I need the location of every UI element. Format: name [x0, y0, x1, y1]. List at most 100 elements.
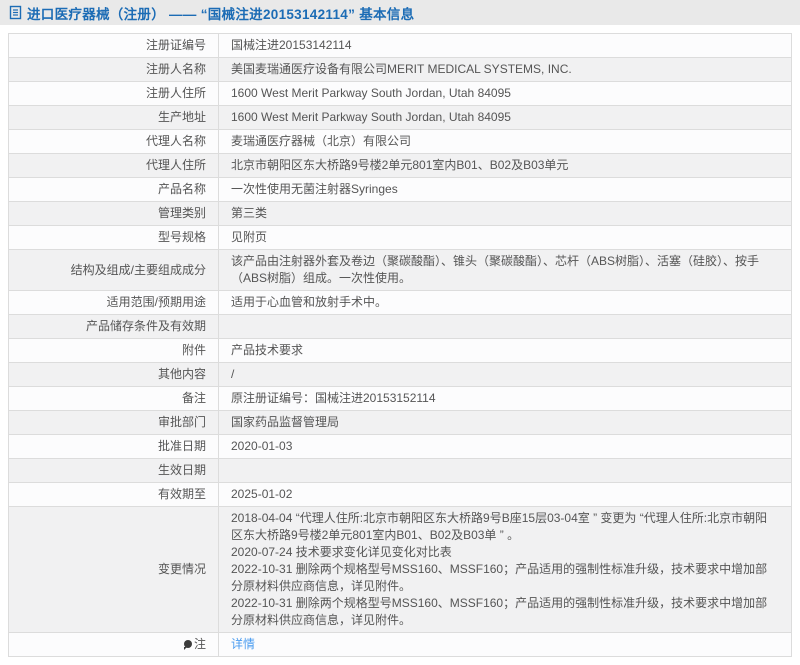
row-label-text: 结构及组成/主要组成成分 [71, 263, 206, 277]
row-label-text: 其他内容 [158, 367, 206, 381]
table-row: 注册人名称 美国麦瑞通医疗设备有限公司MERIT MEDICAL SYSTEMS,… [9, 58, 792, 82]
row-value: / [219, 363, 792, 387]
row-label-text: 注册人名称 [146, 62, 206, 76]
row-value: 该产品由注射器外套及卷边（聚碳酸酯）、锥头（聚碳酸酯）、芯杆（ABS树脂）、活塞… [219, 250, 792, 291]
table-row: 注册证编号 国械注进20153142114 [9, 34, 792, 58]
row-value-text: 1600 West Merit Parkway South Jordan, Ut… [231, 110, 511, 124]
row-value: 一次性使用无菌注射器Syringes [219, 178, 792, 202]
document-icon [9, 5, 22, 20]
table-row: 生效日期 [9, 459, 792, 483]
row-value [219, 315, 792, 339]
row-label: 结构及组成/主要组成成分 [9, 250, 219, 291]
change-entry: 2018-04-04 “代理人住所:北京市朝阳区东大桥路9号B座15层03-04… [231, 510, 779, 544]
row-value: 2018-04-04 “代理人住所:北京市朝阳区东大桥路9号B座15层03-04… [219, 507, 792, 633]
row-value: 北京市朝阳区东大桥路9号楼2单元801室内B01、B02及B03单元 [219, 154, 792, 178]
row-value: 适用于心血管和放射手术中。 [219, 291, 792, 315]
row-value-text: 北京市朝阳区东大桥路9号楼2单元801室内B01、B02及B03单元 [231, 158, 568, 172]
row-value: 见附页 [219, 226, 792, 250]
row-value-text: / [231, 367, 234, 381]
table-row: 产品储存条件及有效期 [9, 315, 792, 339]
row-value: 麦瑞通医疗器械（北京）有限公司 [219, 130, 792, 154]
row-label: 备注 [9, 387, 219, 411]
table-row: 变更情况 2018-04-04 “代理人住所:北京市朝阳区东大桥路9号B座15层0… [9, 507, 792, 633]
row-label-text: 生产地址 [158, 110, 206, 124]
row-label: 产品储存条件及有效期 [9, 315, 219, 339]
table-row: 生产地址 1600 West Merit Parkway South Jordan… [9, 106, 792, 130]
row-value-text: 美国麦瑞通医疗设备有限公司MERIT MEDICAL SYSTEMS, INC. [231, 62, 572, 76]
row-label-text: 代理人名称 [146, 134, 206, 148]
row-value: 2025-01-02 [219, 483, 792, 507]
table-row: 有效期至 2025-01-02 [9, 483, 792, 507]
row-label: 产品名称 [9, 178, 219, 202]
row-label: 变更情况 [9, 507, 219, 633]
table-row: 结构及组成/主要组成成分该产品由注射器外套及卷边（聚碳酸酯）、锥头（聚碳酸酯）、… [9, 250, 792, 291]
row-value-text: 见附页 [231, 230, 267, 244]
row-value: 1600 West Merit Parkway South Jordan, Ut… [219, 82, 792, 106]
row-label-text: 代理人住所 [146, 158, 206, 172]
table-row: 其他内容 / [9, 363, 792, 387]
row-label: 生产地址 [9, 106, 219, 130]
row-value: 1600 West Merit Parkway South Jordan, Ut… [219, 106, 792, 130]
row-label: 代理人住所 [9, 154, 219, 178]
table-row: 管理类别第三类 [9, 202, 792, 226]
row-label-text: 注 [194, 637, 206, 651]
row-label-text: 变更情况 [158, 562, 206, 576]
row-label: 批准日期 [9, 435, 219, 459]
table-row: 产品名称一次性使用无菌注射器Syringes [9, 178, 792, 202]
comment-icon [184, 640, 192, 648]
row-label-text: 注册人住所 [146, 86, 206, 100]
row-label: 审批部门 [9, 411, 219, 435]
row-label-text: 审批部门 [158, 415, 206, 429]
row-value [219, 459, 792, 483]
row-value: 详情 [219, 633, 792, 657]
change-entry: 2022-10-31 删除两个规格型号MSS160、MSSF160；产品适用的强… [231, 561, 779, 595]
registration-info-table: 注册证编号 国械注进20153142114 注册人名称 美国麦瑞通医疗设备有限公司ME… [8, 33, 792, 657]
row-label-text: 备注 [182, 391, 206, 405]
table-row: 注 详情 [9, 633, 792, 657]
row-value-text: 适用于心血管和放射手术中。 [231, 295, 387, 309]
row-value-text: 2025-01-02 [231, 487, 292, 501]
row-value-text: 2020-01-03 [231, 439, 292, 453]
row-label-text: 管理类别 [158, 206, 206, 220]
row-value-text: 国械注进20153142114 [231, 38, 352, 52]
row-value-text: 1600 West Merit Parkway South Jordan, Ut… [231, 86, 511, 100]
page-title-bar: 进口医疗器械（注册） —— “国械注进20153142114” 基本信息 [0, 0, 800, 25]
table-row: 型号规格 见附页 [9, 226, 792, 250]
row-value: 国械注进20153142114 [219, 34, 792, 58]
table-row: 审批部门 国家药品监督管理局 [9, 411, 792, 435]
row-label: 注册人住所 [9, 82, 219, 106]
row-label: 型号规格 [9, 226, 219, 250]
row-value-text: 一次性使用无菌注射器Syringes [231, 182, 398, 196]
table-row: 注册人住所 1600 West Merit Parkway South Jorda… [9, 82, 792, 106]
row-value-text: 国家药品监督管理局 [231, 415, 339, 429]
row-label: 注 [9, 633, 219, 657]
row-value: 美国麦瑞通医疗设备有限公司MERIT MEDICAL SYSTEMS, INC. [219, 58, 792, 82]
row-label-text: 生效日期 [158, 463, 206, 477]
row-label: 代理人名称 [9, 130, 219, 154]
row-label-text: 附件 [182, 343, 206, 357]
row-label: 注册人名称 [9, 58, 219, 82]
details-link[interactable]: 详情 [231, 637, 255, 651]
row-value: 原注册证编号：国械注进20153152114 [219, 387, 792, 411]
row-value: 产品技术要求 [219, 339, 792, 363]
row-label: 适用范围/预期用途 [9, 291, 219, 315]
table-row: 代理人住所 北京市朝阳区东大桥路9号楼2单元801室内B01、B02及B03单元 [9, 154, 792, 178]
row-value: 第三类 [219, 202, 792, 226]
table-row: 适用范围/预期用途适用于心血管和放射手术中。 [9, 291, 792, 315]
row-label-text: 型号规格 [158, 230, 206, 244]
row-label: 其他内容 [9, 363, 219, 387]
row-label-text: 注册证编号 [146, 38, 206, 52]
row-value-text: 产品技术要求 [231, 343, 303, 357]
change-entry: 2022-10-31 删除两个规格型号MSS160、MSSF160；产品适用的强… [231, 595, 779, 629]
row-value: 国家药品监督管理局 [219, 411, 792, 435]
row-label-text: 有效期至 [158, 487, 206, 501]
table-row: 附件 产品技术要求 [9, 339, 792, 363]
row-label: 有效期至 [9, 483, 219, 507]
row-value-text: 原注册证编号：国械注进20153152114 [231, 391, 436, 405]
row-label: 附件 [9, 339, 219, 363]
change-entry: 2020-07-24 技术要求变化详见变化对比表 [231, 544, 779, 561]
row-value-text: 麦瑞通医疗器械（北京）有限公司 [231, 134, 411, 148]
page-title: 进口医疗器械（注册） —— “国械注进20153142114” 基本信息 [27, 3, 414, 23]
row-label-text: 产品储存条件及有效期 [86, 319, 206, 333]
row-label-text: 批准日期 [158, 439, 206, 453]
